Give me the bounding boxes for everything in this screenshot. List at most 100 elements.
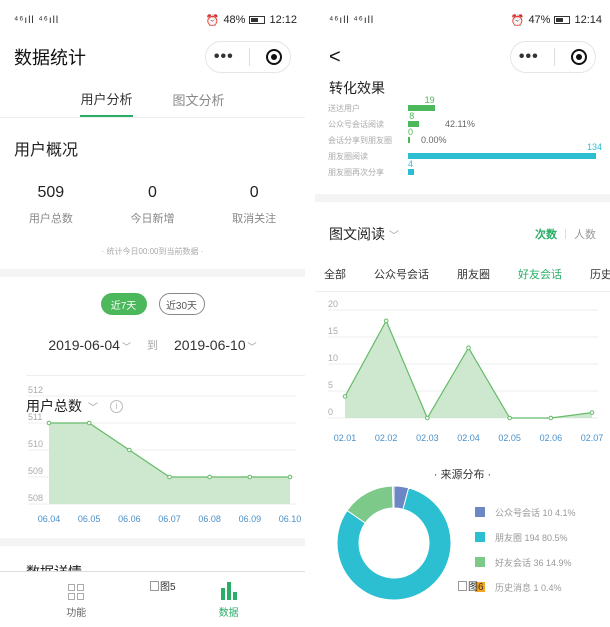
data-point (167, 474, 172, 480)
data-point (287, 474, 293, 480)
conversion-bar (408, 153, 596, 159)
tab-feature[interactable]: 功能 (36, 580, 116, 619)
signal-icon: ⁴⁶ıll ⁴⁶ıll (329, 14, 375, 26)
x-tick-label: 02.04 (457, 433, 480, 443)
conversion-percent: 42.11% (445, 119, 475, 129)
tab-data[interactable]: 数据 (189, 580, 269, 619)
page-title: 数据统计 (14, 48, 86, 68)
x-tick-label: 02.02 (375, 433, 398, 443)
grid-icon (68, 584, 85, 600)
data-point (507, 415, 512, 421)
date-range: 2019-06-04 ﹀ 到 2019-06-10 ﹀ (0, 337, 305, 353)
x-tick-label: 06.04 (38, 514, 61, 523)
donut-slice (392, 485, 395, 509)
more-button[interactable]: ••• (214, 48, 234, 66)
range-toggle: 近7天 近30天 (0, 293, 305, 315)
series-area (345, 320, 592, 418)
conversion-value: 134 (586, 142, 602, 152)
conversion-label: 会话分享到朋友圈 (328, 136, 392, 145)
conversion-value: 0 (408, 127, 414, 137)
back-arrow-icon[interactable]: < (329, 46, 341, 69)
battery-icon (554, 16, 571, 24)
data-point (207, 474, 212, 480)
data-point (342, 394, 348, 399)
conversion-label: 朋友圈再次分享 (328, 168, 384, 177)
data-point (86, 420, 92, 426)
x-tick-label: 06.07 (158, 514, 181, 523)
source-legend: 公众号会话 10 4.1% 朋友圈 194 80.5% 好友会话 36 14.9% 历… (475, 502, 576, 602)
x-tick-label: 02.03 (416, 433, 439, 443)
x-tick-label: 06.10 (279, 514, 302, 523)
channel-moments[interactable]: 朋友圈 (457, 266, 490, 282)
overview-title: 用户概况 (14, 142, 79, 159)
source-donut-chart (336, 485, 452, 601)
end-date-picker[interactable]: 2019-06-10 ﹀ (174, 337, 257, 353)
reading-chart: 0 5 10 15 20 02.01 02.02 02.03 02.04 02.05 02.06 02… (328, 299, 604, 443)
range-7-days-button[interactable]: 近7天 (100, 293, 147, 315)
x-tick-label: 06.05 (78, 514, 101, 523)
data-point (383, 318, 389, 324)
conversion-percent: 0.00% (421, 135, 447, 145)
tab-user-analysis[interactable]: 用户分析 (80, 82, 133, 117)
legend-item: 朋友圈 194 80.5% (475, 527, 576, 547)
close-target-button[interactable] (571, 49, 588, 65)
conversion-label: 公众号会话阅读 (328, 120, 384, 129)
mode-users-button[interactable]: 人数 (574, 226, 596, 242)
x-tick-label: 02.01 (334, 433, 357, 443)
y-tick-label: 5 (328, 380, 333, 390)
data-point (589, 410, 595, 415)
conversion-label: 朋友圈阅读 (328, 152, 368, 161)
conversion-row: 送达用户 19 (315, 95, 610, 116)
overview-note: · 统计今日00:00到当前数据 · (101, 247, 204, 256)
range-30-days-button[interactable]: 近30天 (158, 293, 205, 315)
x-tick-label: 06.06 (118, 514, 141, 523)
overview-stats: 509 用户总数 0 今日新增 0 取消关注 (0, 160, 305, 226)
clock: 12:14 (574, 14, 602, 26)
start-date-picker[interactable]: 2019-06-04 ﹀ (48, 337, 131, 353)
channel-history[interactable]: 历史消 (590, 266, 610, 282)
section-divider (0, 269, 305, 277)
data-point (425, 415, 430, 421)
battery-icon (249, 16, 266, 24)
data-point (247, 474, 253, 480)
app-root: ⁴⁶ıll ⁴⁶ıll ⏰ 48% 12:12 数据统计 ••• 用户分析 图文… (0, 0, 610, 627)
signal-icon: ⁴⁶ıll ⁴⁶ıll (14, 14, 60, 26)
y-tick-label: 15 (328, 326, 338, 336)
analysis-tabs: 用户分析 图文分析 (0, 82, 305, 118)
legend-label: 公众号会话 10 4.1% (495, 507, 576, 518)
y-tick-label: 0 (328, 407, 333, 417)
conversion-bar (408, 169, 414, 175)
x-tick-label: 02.07 (581, 433, 604, 443)
status-bar: ⁴⁶ıll ⁴⁶ıll ⏰ 48% 12:12 (0, 0, 305, 40)
more-button[interactable]: ••• (519, 48, 539, 66)
data-point (127, 447, 132, 453)
data-point (466, 345, 471, 351)
status-bar: ⁴⁶ıll ⁴⁶ıll ⏰ 47% 12:14 (315, 0, 610, 40)
channel-friend-session[interactable]: 好友会话 (518, 266, 562, 282)
reading-header: 图文阅读 ﹀ 次数 人数 (315, 224, 610, 244)
close-target-button[interactable] (266, 49, 283, 65)
legend-item: 公众号会话 10 4.1% (475, 502, 576, 522)
legend-item: 历史消息 1 0.4% (475, 577, 576, 597)
conversion-row: 朋友圈再次分享 4 (315, 159, 610, 180)
reading-dropdown[interactable]: 图文阅读 ﹀ (329, 224, 399, 244)
x-tick-label: 06.08 (198, 514, 221, 523)
mini-program-capsule: ••• (205, 41, 291, 73)
channel-official-session[interactable]: 公众号会话 (374, 266, 429, 282)
battery-percent: 47% (528, 14, 551, 26)
chevron-down-icon: ﹀ (247, 342, 257, 352)
legend-item: 好友会话 36 14.9% (475, 552, 576, 572)
alarm-icon: ⏰ (510, 14, 525, 27)
conversion-bar (408, 137, 410, 143)
alarm-icon: ⏰ (205, 14, 220, 27)
nav-bar: 数据统计 ••• (0, 40, 305, 74)
legend-swatch (475, 507, 485, 517)
tab-article-analysis[interactable]: 图文分析 (173, 90, 225, 109)
channel-all[interactable]: 全部 (324, 266, 346, 282)
mode-times-button[interactable]: 次数 (535, 226, 557, 242)
system-status: ⏰ 47% 12:14 (511, 14, 602, 27)
stat-total-users: 509 用户总数 (28, 184, 73, 225)
data-point (46, 420, 52, 426)
x-tick-label: 06.09 (239, 514, 262, 523)
y-tick-label: 20 (328, 299, 338, 309)
